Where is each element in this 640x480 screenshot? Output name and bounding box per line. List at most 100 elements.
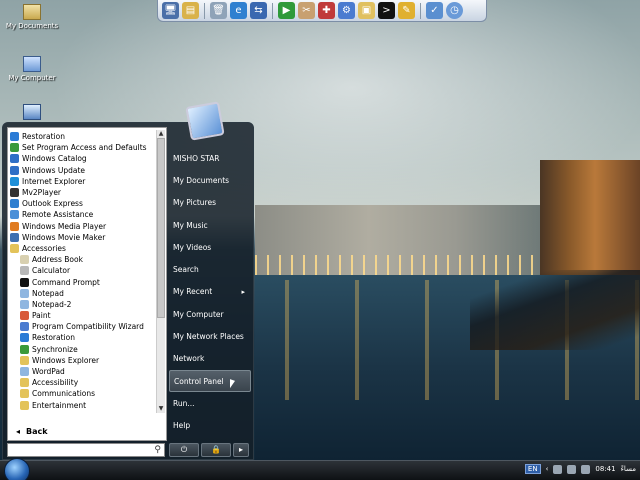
chevron-left-icon[interactable]: ‹ [546,465,549,473]
program-icon [10,165,19,175]
program-label: Communications [32,389,96,399]
program-item[interactable]: Windows Media Player [10,221,160,232]
program-item[interactable]: Accessories [10,243,160,254]
settings-icon[interactable]: ⚙ [338,2,355,19]
program-item[interactable]: Accessibility [10,377,160,388]
program-item[interactable]: Outlook Express [10,198,160,209]
program-item[interactable]: Remote Assistance [10,209,160,220]
program-item[interactable]: Notepad [10,288,160,299]
language-indicator[interactable]: EN [524,464,541,474]
tray-app-icon[interactable] [553,464,563,474]
lock-button[interactable]: 🔒 [201,443,231,457]
scroll-up-arrow-icon[interactable]: ▲ [157,130,165,138]
scroll-down-arrow-icon[interactable]: ▼ [157,405,165,413]
program-icon [10,154,19,164]
puzzle-icon[interactable]: ✚ [318,2,335,19]
program-icon [10,188,19,198]
desktop-icon-network[interactable] [2,104,62,122]
start-place-item[interactable]: My Recent ▸ [169,281,251,303]
program-item[interactable]: Address Book [10,254,160,265]
program-label: Windows Media Player [22,221,107,231]
program-item[interactable]: Command Prompt [10,276,160,287]
start-place-label: My Videos [173,242,212,252]
program-item[interactable]: Set Program Access and Defaults [10,142,160,153]
back-button[interactable]: ◂ Back [12,424,72,438]
start-place-item[interactable]: My Videos [169,236,251,258]
start-place-item[interactable]: Control Panel [169,369,251,393]
command-prompt-icon[interactable]: > [378,2,395,19]
tools-icon[interactable]: ✂ [298,2,315,19]
search-icon[interactable]: ⚲ [154,445,161,455]
program-item[interactable]: Paint [10,310,160,321]
program-label: Windows Movie Maker [22,232,106,242]
program-item[interactable]: Restoration [10,131,160,142]
program-item[interactable]: Windows Explorer [10,355,160,366]
network-icon[interactable]: ⇆ [250,2,267,19]
folder-icon[interactable]: ▤ [182,2,199,19]
volume-icon[interactable] [567,464,577,474]
program-icon [20,333,29,343]
clock-icon[interactable]: ◷ [446,2,463,19]
program-icon [20,378,29,388]
user-picture-avatar[interactable] [185,101,225,141]
program-item[interactable]: Program Compatibility Wizard [10,321,160,332]
start-place-label: Run... [173,398,195,408]
program-label: Calculator [32,266,71,276]
program-item[interactable]: Synchronize [10,344,160,355]
program-icon [20,367,29,377]
program-label: Internet Explorer [22,176,86,186]
program-icon [20,255,29,265]
dock-separator [204,2,205,19]
start-place-item[interactable]: Search [169,258,251,280]
program-item[interactable]: Calculator [10,265,160,276]
folder-open-icon[interactable]: ▣ [358,2,375,19]
program-item[interactable]: Restoration [10,332,160,343]
dock-separator [272,2,273,19]
start-place-item[interactable]: My Documents [169,169,251,191]
pencil-icon[interactable]: ✎ [398,2,415,19]
program-label: Entertainment [32,400,87,410]
program-icon [20,288,29,298]
power-options-arrow-icon[interactable]: ▸ [233,443,249,457]
desktop-icon-my-documents[interactable]: My Documents [2,4,62,30]
start-place-item[interactable]: MISHO STAR [169,147,251,169]
network-tray-icon[interactable] [581,464,591,474]
start-place-item[interactable]: My Pictures [169,192,251,214]
start-search-input[interactable] [8,444,148,456]
start-button[interactable] [4,458,30,480]
program-icon [10,176,19,186]
clock-time[interactable]: 08:41 [595,465,615,473]
power-button[interactable]: ⏻ [169,443,199,457]
places-pane: MISHO STAR My Documents My Pictures My Musi… [169,147,251,437]
start-place-item[interactable]: Network [169,348,251,370]
program-item[interactable]: Windows Update [10,165,160,176]
clock-period: مساءً [620,465,636,473]
program-item[interactable]: WordPad [10,366,160,377]
program-item[interactable]: Mv2Player [10,187,160,198]
computer-icon[interactable]: 🖥 [162,2,179,19]
program-item[interactable]: Windows Movie Maker [10,232,160,243]
desktop-icon-my-computer[interactable]: My Computer [2,56,62,82]
tasks-icon[interactable]: ✓ [426,2,443,19]
program-item[interactable]: Internet Explorer [10,176,160,187]
start-search-box[interactable]: ⚲ [7,443,165,457]
recycle-bin-icon[interactable]: 🗑 [210,2,227,19]
program-icon [20,266,29,276]
program-item[interactable]: Entertainment [10,400,160,411]
internet-explorer-icon[interactable]: e [230,2,247,19]
start-place-item[interactable]: My Music [169,214,251,236]
start-place-item[interactable]: My Computer [169,303,251,325]
desktop-icon-label: My Computer [8,74,56,82]
program-item[interactable]: Notepad-2 [10,299,160,310]
program-item[interactable]: Communications [10,388,160,399]
start-place-item[interactable]: My Network Places [169,325,251,347]
program-item[interactable]: Windows Catalog [10,153,160,164]
program-label: Command Prompt [32,277,100,287]
start-place-label: My Network Places [173,332,244,342]
start-place-item[interactable]: Help [169,415,251,437]
media-player-icon[interactable]: ▶ [278,2,295,19]
network-icon [23,104,41,120]
start-place-item[interactable]: Run... [169,392,251,414]
programs-scrollbar[interactable]: ▲ ▼ [156,130,165,413]
scroll-thumb[interactable] [157,138,165,318]
